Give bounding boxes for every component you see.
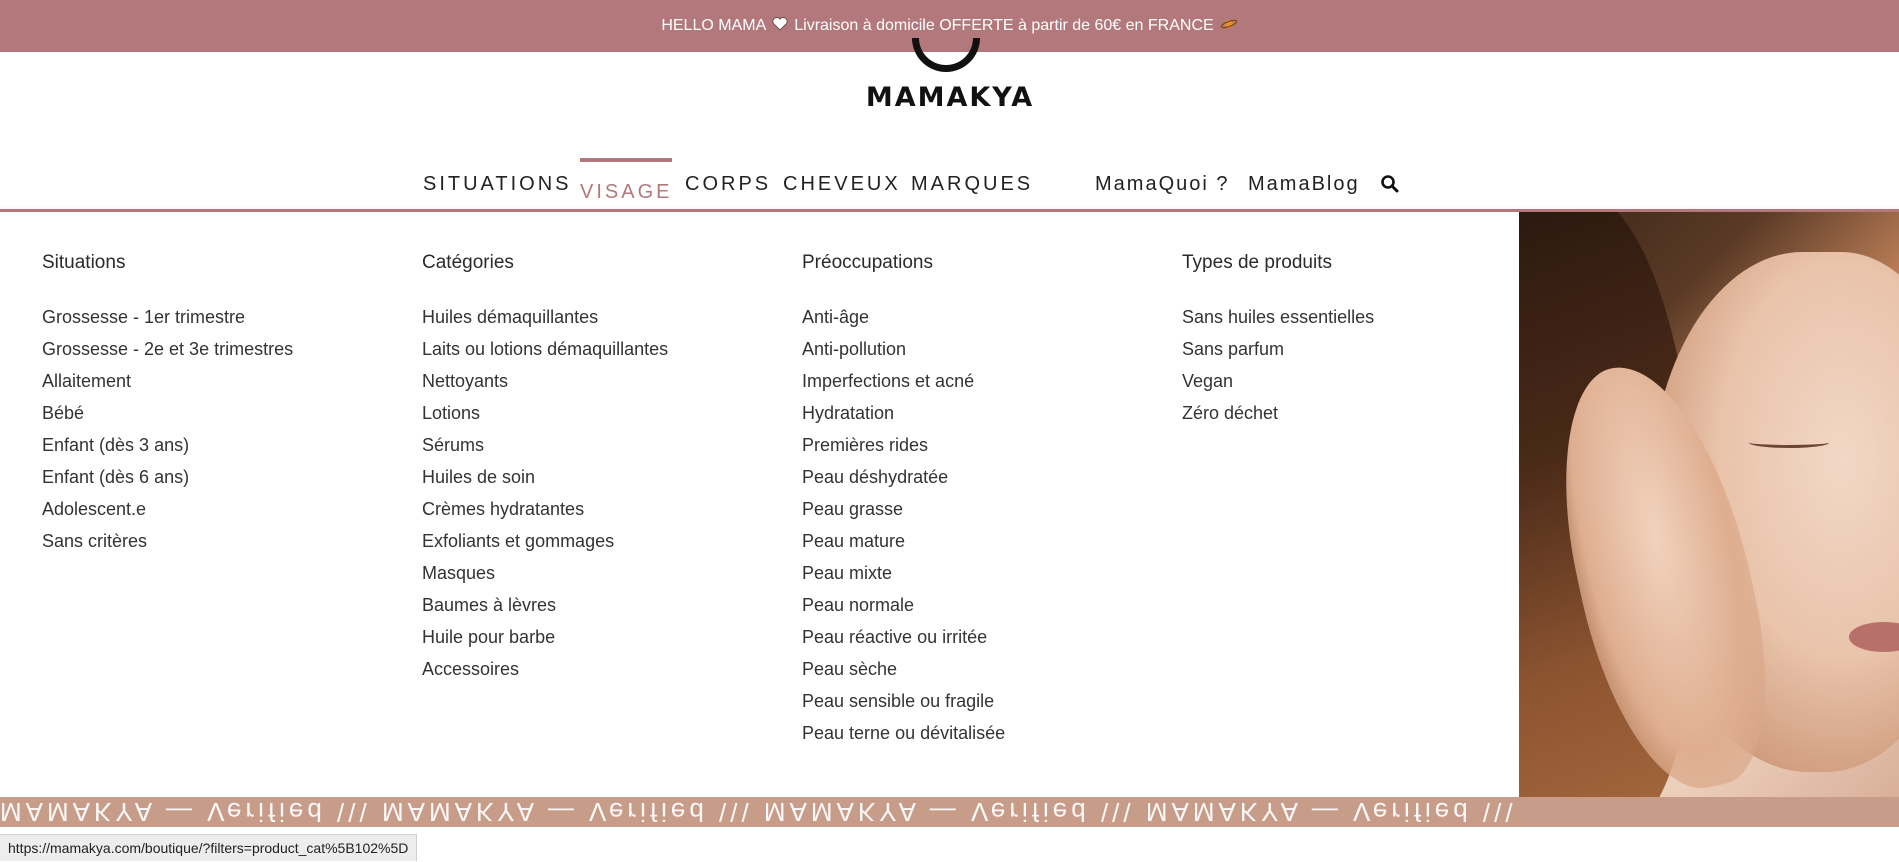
- menu-link[interactable]: Lotions: [422, 397, 668, 429]
- menu-link[interactable]: Peau grasse: [802, 493, 1005, 525]
- announcement-text-before: HELLO MAMA: [661, 17, 767, 34]
- logo-text: MAMAKYA: [865, 82, 1035, 113]
- menu-link[interactable]: Peau mature: [802, 525, 1005, 557]
- menu-link[interactable]: Anti-pollution: [802, 333, 1005, 365]
- menu-link[interactable]: Masques: [422, 557, 668, 589]
- menu-link[interactable]: Enfant (dès 6 ans): [42, 461, 293, 493]
- menu-link[interactable]: Allaitement: [42, 365, 293, 397]
- heart-icon: [772, 17, 788, 35]
- menu-link[interactable]: Baumes à lèvres: [422, 589, 668, 621]
- menu-link[interactable]: Laits ou lotions démaquillantes: [422, 333, 668, 365]
- menu-column-types: Types de produits Sans huiles essentiell…: [1182, 252, 1374, 429]
- search-icon[interactable]: [1380, 174, 1402, 196]
- site-logo[interactable]: MAMAKYA: [860, 38, 1040, 113]
- menu-column-situations: Situations Grossesse - 1er trimestre Gro…: [42, 252, 293, 557]
- menu-link[interactable]: Peau déshydratée: [802, 461, 1005, 493]
- menu-link[interactable]: Sans huiles essentielles: [1182, 301, 1374, 333]
- column-title: Types de produits: [1182, 252, 1332, 273]
- nav-item-cheveux[interactable]: CHEVEUX: [783, 150, 901, 210]
- menu-link[interactable]: Peau sensible ou fragile: [802, 685, 1005, 717]
- menu-column-preoccupations: Préoccupations Anti-âge Anti-pollution I…: [802, 252, 1005, 749]
- menu-link[interactable]: Peau réactive ou irritée: [802, 621, 1005, 653]
- menu-link[interactable]: Huile pour barbe: [422, 621, 668, 653]
- menu-link[interactable]: Grossesse - 2e et 3e trimestres: [42, 333, 293, 365]
- menu-link[interactable]: Sans critères: [42, 525, 293, 557]
- planet-icon: [1220, 17, 1238, 36]
- menu-link[interactable]: Crèmes hydratantes: [422, 493, 668, 525]
- menu-link[interactable]: Anti-âge: [802, 301, 1005, 333]
- status-bar-url: https://mamakya.com/boutique/?filters=pr…: [0, 834, 418, 861]
- menu-link[interactable]: Exfoliants et gommages: [422, 525, 668, 557]
- main-nav: SITUATIONS VISAGE CORPS CHEVEUX MARQUES …: [0, 150, 1899, 210]
- menu-link[interactable]: Bébé: [42, 397, 293, 429]
- banner-text: MAMAKYA — Verified \\\ MAMAKYA — Verifie…: [0, 797, 1517, 827]
- menu-link[interactable]: Sérums: [422, 429, 668, 461]
- menu-link[interactable]: Peau sèche: [802, 653, 1005, 685]
- announcement-text-after: Livraison à domicile OFFERTE à partir de…: [794, 17, 1214, 34]
- menu-link[interactable]: Vegan: [1182, 365, 1374, 397]
- menu-link[interactable]: Grossesse - 1er trimestre: [42, 301, 293, 333]
- menu-link[interactable]: Huiles de soin: [422, 461, 668, 493]
- menu-link[interactable]: Peau mixte: [802, 557, 1005, 589]
- menu-link[interactable]: Peau normale: [802, 589, 1005, 621]
- mega-menu: Situations Grossesse - 1er trimestre Gro…: [0, 212, 1519, 797]
- menu-link[interactable]: Imperfections et acné: [802, 365, 1005, 397]
- menu-column-categories: Catégories Huiles démaquillantes Laits o…: [422, 252, 668, 685]
- menu-link[interactable]: Adolescent.e: [42, 493, 293, 525]
- menu-link[interactable]: Premières rides: [802, 429, 1005, 461]
- scrolling-banner: MAMAKYA — Verified \\\ MAMAKYA — Verifie…: [0, 797, 1899, 827]
- menu-link[interactable]: Enfant (dès 3 ans): [42, 429, 293, 461]
- nav-item-mamaquoi[interactable]: MamaQuoi ?: [1095, 150, 1230, 210]
- menu-promo-image[interactable]: [1519, 212, 1899, 797]
- menu-link[interactable]: Peau terne ou dévitalisée: [802, 717, 1005, 749]
- nav-item-corps[interactable]: CORPS: [685, 150, 771, 210]
- logo-mark-icon: [912, 38, 980, 72]
- nav-item-marques[interactable]: MARQUES: [911, 150, 1033, 210]
- column-title: Situations: [42, 252, 126, 273]
- nav-item-mamablog[interactable]: MamaBlog: [1248, 150, 1360, 210]
- menu-link[interactable]: Hydratation: [802, 397, 1005, 429]
- column-title: Catégories: [422, 252, 514, 273]
- menu-link[interactable]: Zéro déchet: [1182, 397, 1374, 429]
- menu-link[interactable]: Accessoires: [422, 653, 668, 685]
- menu-link[interactable]: Huiles démaquillantes: [422, 301, 668, 333]
- menu-link[interactable]: Sans parfum: [1182, 333, 1374, 365]
- column-title: Préoccupations: [802, 252, 933, 273]
- nav-item-situations[interactable]: SITUATIONS: [423, 150, 572, 210]
- menu-link[interactable]: Nettoyants: [422, 365, 668, 397]
